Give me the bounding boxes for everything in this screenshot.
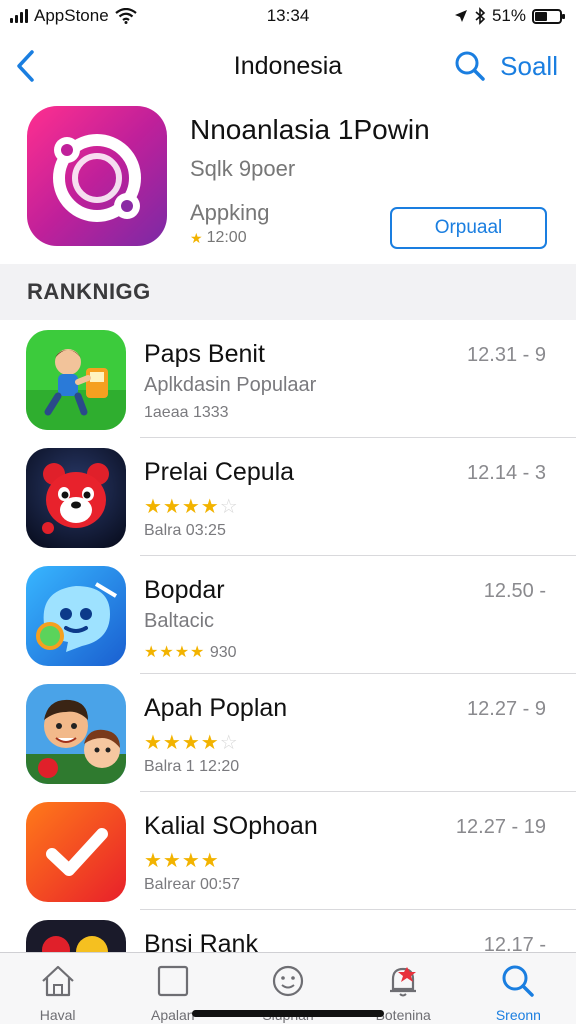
app-time: 12.17 - xyxy=(483,934,546,952)
star-rating: ★★★★☆ xyxy=(144,496,239,518)
app-subtitle: Baltacic xyxy=(144,610,215,632)
featured-app[interactable]: Nnoanlasia 1Powin Sqlk 9poer Appking ★ 1… xyxy=(0,100,576,264)
featured-subtitle: Sqlk 9poer xyxy=(190,156,296,181)
tab-label: Botenina xyxy=(375,1007,431,1023)
status-bar: AppStone 13:34 51% xyxy=(0,0,576,32)
app-time: 12.50 - xyxy=(483,580,546,602)
red-bear-icon xyxy=(26,448,126,548)
search-label: Soall xyxy=(500,50,558,81)
status-right: 51% xyxy=(454,6,565,26)
cellular-signal-icon xyxy=(10,9,28,23)
status-left: AppStone xyxy=(10,6,137,26)
app-meta: Balrear 00:57 xyxy=(144,876,241,893)
app-name: Bopdar xyxy=(144,576,225,604)
tab-search[interactable]: Sreonn xyxy=(461,953,576,1024)
app-meta-text: 930 xyxy=(209,644,237,661)
search-icon xyxy=(455,51,485,81)
app-name: Paps Benit xyxy=(144,340,265,368)
app-name: Bnsi Rank xyxy=(144,930,258,952)
page-title: Indonesia xyxy=(233,51,343,80)
battery-percent: 51% xyxy=(491,6,526,25)
star-badge-icon: ★ xyxy=(190,229,203,246)
square-icon xyxy=(157,965,188,997)
list-item[interactable]: Bopdar 12.50 - Baltacic ★★★★ 930 xyxy=(0,556,576,674)
wifi-icon xyxy=(115,8,137,24)
featured-meta-text: 12:00 xyxy=(206,229,247,246)
app-subtitle: Aplkdasin Populaar xyxy=(144,374,317,396)
game-character-graphic xyxy=(26,920,126,952)
app-name: Apah Poplan xyxy=(144,694,288,722)
notification-bell-icon xyxy=(390,967,417,997)
app-name: Prelai Cepula xyxy=(144,458,295,486)
checkmark-icon xyxy=(26,802,126,902)
featured-category: Appking xyxy=(190,200,270,225)
cartoon-kids-graphic xyxy=(26,684,126,784)
tab-label: Sreonn xyxy=(495,1007,541,1023)
app-time: 12.14 - 3 xyxy=(467,462,546,484)
battery-icon xyxy=(532,8,565,24)
red-bear-graphic xyxy=(26,448,126,548)
search-button[interactable]: Soall xyxy=(454,50,558,82)
featured-title: Nnoanlasia 1Powin xyxy=(190,114,430,145)
ring-logo-icon xyxy=(27,106,167,246)
list-item[interactable]: Bnsi Rank 12.17 - xyxy=(0,910,576,952)
tab-label: Haval xyxy=(39,1007,76,1023)
app-time: 12.27 - 19 xyxy=(455,816,546,838)
status-time: 13:34 xyxy=(266,6,310,25)
list-item[interactable]: Kalial SOphoan 12.27 - 19 ★★★★ Balrear 0… xyxy=(0,792,576,910)
battery-level-fill xyxy=(535,11,548,21)
get-button[interactable]: Orpuaal xyxy=(390,207,547,249)
app-time: 12.27 - 9 xyxy=(467,698,546,720)
list-item[interactable]: Apah Poplan 12.27 - 9 ★★★★☆ Balra 1 12:2… xyxy=(0,674,576,792)
app-meta: Balra 03:25 xyxy=(144,522,226,539)
app-time: 12.31 - 9 xyxy=(467,344,546,366)
cartoon-kids-icon xyxy=(26,684,126,784)
tab-label: Apalan xyxy=(151,1007,195,1023)
star-rating: ★★★★☆ xyxy=(144,732,239,754)
app-meta: 1aeaa 1333 xyxy=(144,404,229,421)
app-name: Kalial SOphoan xyxy=(144,812,318,840)
character-game-icon xyxy=(26,330,126,430)
list-item[interactable]: Paps Benit 12.31 - 9 Aplkdasin Populaar … xyxy=(0,320,576,438)
section-header: RANKNIGG xyxy=(0,264,576,320)
location-arrow-icon xyxy=(454,10,467,22)
list-item[interactable]: Prelai Cepula 12.14 - 3 ★★★★☆ Balra 03:2… xyxy=(0,438,576,556)
bluetooth-icon xyxy=(475,7,486,25)
home-indicator xyxy=(192,1010,384,1017)
checkmark-graphic xyxy=(26,802,126,902)
carrier-label: AppStone xyxy=(34,6,109,25)
character-game-graphic xyxy=(26,330,126,430)
blue-mascot-graphic xyxy=(26,566,126,666)
home-icon xyxy=(41,965,74,997)
tab-home[interactable]: Haval xyxy=(0,953,115,1024)
nav-bar: Indonesia Soall xyxy=(0,36,576,96)
search-icon xyxy=(502,965,535,997)
featured-meta: ★ 12:00 xyxy=(190,229,247,247)
app-meta: Balra 1 12:20 xyxy=(144,758,240,775)
blue-mascot-icon xyxy=(26,566,126,666)
ranking-list: Paps Benit 12.31 - 9 Aplkdasin Populaar … xyxy=(0,320,576,952)
app-meta: ★★★★ 930 xyxy=(144,642,237,662)
ring-logo-graphic xyxy=(53,134,141,222)
star-rating: ★★★★ xyxy=(144,850,220,872)
smiley-icon xyxy=(272,965,304,997)
star-rating: ★★★★ xyxy=(144,644,206,661)
back-chevron-icon[interactable] xyxy=(12,48,42,84)
game-character-icon xyxy=(26,920,126,952)
